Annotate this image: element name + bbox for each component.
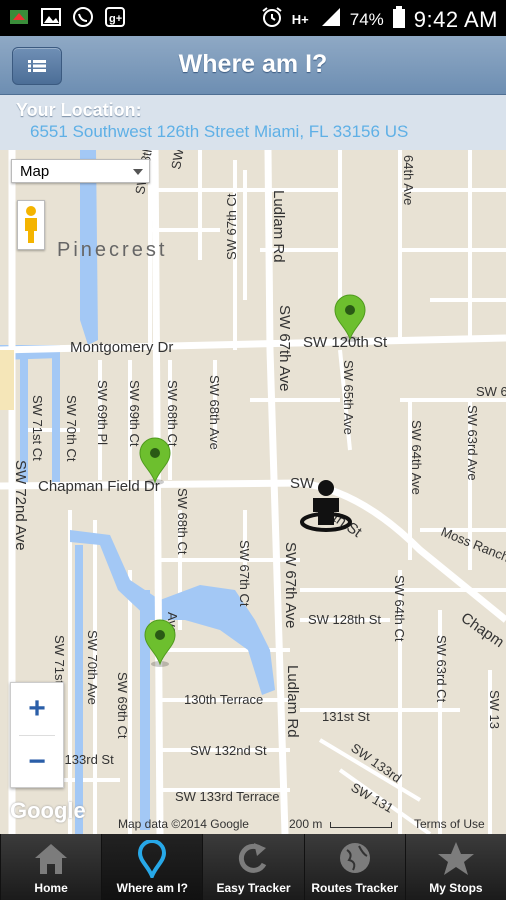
map-label-chapman: Chapman Field Dr (38, 478, 160, 495)
map-type-select[interactable]: Map (11, 159, 150, 183)
app-header: Where am I? (0, 36, 506, 95)
map-label-sw131: 131st St (322, 709, 370, 724)
zoom-out-button[interactable]: − (11, 736, 63, 787)
home-icon (35, 844, 68, 874)
clock: 9:42 AM (413, 7, 498, 32)
map-scale: 200 m (289, 817, 392, 831)
chevron-down-icon (133, 169, 143, 175)
refresh-icon (238, 843, 266, 873)
signal-hplus-icon: H+ (291, 12, 309, 27)
map-label-sw: SW (290, 475, 315, 492)
map-view[interactable]: Pinecrest Montgomery Dr SW 120th St Chap… (0, 150, 506, 834)
map-label-sw70ave: SW 70th Ave (85, 630, 100, 705)
map-label-sw68ct2: SW 68th Ct (175, 488, 190, 555)
zoom-in-button[interactable]: + (11, 683, 63, 735)
map-label-ludlam-top: Ludlam Rd (270, 190, 287, 263)
map-label-sw63ct: SW 63rd Ct (434, 635, 449, 703)
location-label: Your Location: (16, 100, 142, 120)
tab-label-home: Home (34, 881, 68, 895)
location-panel: Your Location: 6551 Southwest 126th Stre… (0, 95, 506, 150)
signal-bars-icon (320, 6, 342, 34)
map-label-sw67ct: SW 67th Ct (224, 193, 239, 260)
map-label-sw64ave: SW 64th Ave (409, 420, 424, 495)
scale-bar (329, 821, 392, 828)
map-label-sw72: SW 72nd Ave (12, 460, 29, 551)
pegman-icon (25, 206, 37, 243)
tab-home[interactable]: Home (0, 834, 101, 900)
page-title: Where am I? (178, 50, 328, 78)
map-label-sw69ct2: SW 69th Ct (115, 672, 130, 739)
globe-icon (339, 843, 370, 873)
map-label-sw13: SW 13 (487, 690, 502, 729)
map-label-sw64ct: SW 64th Ct (392, 575, 407, 642)
gallery-icon (40, 6, 62, 28)
map-label-sw71ct: SW 71st Ct (30, 395, 45, 461)
whatsapp-icon (72, 6, 94, 28)
map-label-sw67ave-top: SW 67th Ave (276, 305, 293, 391)
map-label-ludlam-bottom: Ludlam Rd (284, 665, 301, 738)
tab-easy-tracker[interactable]: Easy Tracker (202, 834, 303, 900)
tab-label-easy-tracker: Easy Tracker (216, 881, 291, 895)
map-type-value: Map (20, 162, 50, 180)
map-label-sw70ct: SW 70th Ct (64, 395, 79, 462)
map-label-sw6: SW 6 (476, 384, 506, 399)
map-canvas[interactable]: Pinecrest Montgomery Dr SW 120th St Chap… (0, 150, 506, 834)
location-pin-icon (138, 840, 167, 878)
tab-label-where-am-i: Where am I? (116, 881, 188, 895)
map-label-sw67ct2: SW 67th Ct (237, 540, 252, 607)
battery-percent: 74% (349, 10, 384, 29)
bottom-tab-bar: Home Where am I? Easy Tracker Routes Tra… (0, 834, 506, 900)
map-label-130th: 130th Terrace (184, 692, 263, 707)
map-label-sw63ave: SW 63rd Ave (465, 405, 480, 481)
terms-of-use-link[interactable]: Terms of Use (414, 817, 485, 831)
map-label-sw65ave: SW 65th Ave (341, 360, 356, 435)
map-label-montgomery: Montgomery Dr (70, 339, 173, 356)
tab-label-my-stops: My Stops (429, 881, 483, 895)
google-plus-icon: g+ (104, 6, 126, 28)
map-label-sw133: SW 133rd Terrace (175, 789, 280, 804)
map-label-pinecrest: Pinecrest (57, 239, 167, 261)
tab-my-stops[interactable]: My Stops (404, 834, 506, 900)
map-label-sw69pl: SW 69th Pl (95, 380, 110, 445)
map-label-sw68ave: SW 68th Ave (207, 375, 222, 450)
zoom-control: + − (10, 682, 64, 788)
star-icon (437, 842, 474, 875)
map-label-sw68ct: SW 68th Ct (165, 380, 180, 447)
svg-text:g+: g+ (109, 13, 122, 25)
map-label-sw132: SW 132nd St (190, 743, 267, 758)
tab-routes-tracker[interactable]: Routes Tracker (303, 834, 405, 900)
app-icon (8, 6, 30, 28)
location-address[interactable]: 6551 Southwest 126th Street Miami, FL 33… (30, 122, 408, 142)
map-label-64th-ave: 64th Ave (401, 155, 416, 205)
map-label-sw69ct: SW 69th Ct (127, 380, 142, 447)
tab-label-routes-tracker: Routes Tracker (311, 881, 399, 895)
map-attribution: Map data ©2014 Google (118, 817, 249, 831)
status-bar: g+ H+ 74% 9:42 AM (0, 0, 506, 36)
battery-icon (392, 5, 406, 35)
map-label-sw128: SW 128th St (308, 612, 381, 627)
google-logo: Google (10, 798, 86, 823)
map-scale-label: 200 m (289, 817, 323, 831)
street-view-pegman[interactable] (17, 200, 45, 250)
alarm-icon (260, 5, 284, 35)
tab-where-am-i[interactable]: Where am I? (101, 834, 203, 900)
map-label-sw67ave: SW 67th Ave (282, 542, 299, 628)
